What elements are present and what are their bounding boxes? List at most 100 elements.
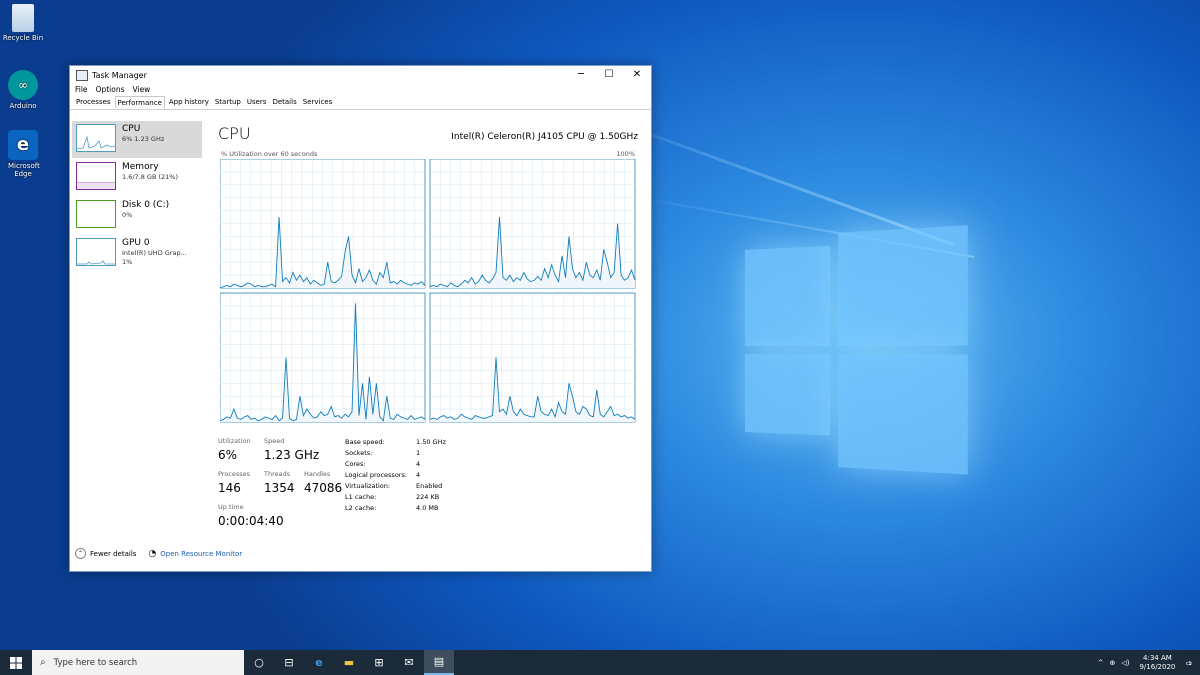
utilization-value: 6% xyxy=(218,448,238,462)
spec-value: 1 xyxy=(416,449,421,457)
cpu-model-name: Intel(R) Celeron(R) J4105 CPU @ 1.50GHz xyxy=(451,132,638,142)
clock[interactable]: 4:34 AM 9/16/2020 xyxy=(1139,654,1175,672)
cpu-core-graph xyxy=(219,292,426,423)
chevron-up-icon[interactable]: ^ xyxy=(1098,659,1104,667)
tab-startup[interactable]: Startup xyxy=(213,96,243,109)
task-manager-window[interactable]: Task Manager ─ ☐ ✕ File Options View Pro… xyxy=(69,65,652,572)
spec-value: 224 KB xyxy=(416,493,440,501)
sidebar-item-gpu[interactable]: GPU 0 Intel(R) UHD Grap... 1% xyxy=(72,235,202,272)
tab-processes[interactable]: Processes xyxy=(74,96,113,109)
menu-bar: File Options View xyxy=(70,84,651,96)
tab-strip: Processes Performance App history Startu… xyxy=(70,96,651,110)
sidebar-item-label: Disk 0 (C:) xyxy=(122,200,170,210)
speed-value: 1.23 GHz xyxy=(264,448,320,462)
window-title: Task Manager xyxy=(92,70,147,80)
spec-value: 4.0 MB xyxy=(416,504,439,512)
sidebar-item-disk[interactable]: Disk 0 (C:) 0% xyxy=(72,197,202,234)
sidebar-item-label: GPU 0 xyxy=(122,238,150,248)
utilization-label: Utilization xyxy=(218,437,251,445)
minimize-button[interactable]: ─ xyxy=(567,66,595,84)
menu-options[interactable]: Options xyxy=(96,84,125,96)
cpu-core-graphs-svg xyxy=(219,158,636,423)
threads-value: 1354 xyxy=(264,481,295,495)
spec-label: Cores: xyxy=(345,460,366,468)
clock-time: 4:34 AM xyxy=(1143,653,1172,662)
taskbar-search-box[interactable]: ⌕ Type here to search xyxy=(32,650,244,675)
task-view-icon[interactable]: ⊟ xyxy=(274,650,304,675)
uptime-label: Up time xyxy=(218,503,244,511)
spec-value: Enabled xyxy=(416,482,443,490)
tab-users[interactable]: Users xyxy=(245,96,269,109)
recycle-bin-icon xyxy=(12,4,34,32)
spec-label: Logical processors: xyxy=(345,471,408,479)
windows-start-icon xyxy=(10,656,22,669)
open-resource-monitor-link[interactable]: Open Resource Monitor xyxy=(160,550,242,558)
edge-icon: e xyxy=(8,130,38,160)
page-title: CPU xyxy=(218,124,251,143)
sidebar-item-memory[interactable]: Memory 1.6/7.8 GB (21%) xyxy=(72,159,202,196)
sidebar-item-detail: 0% xyxy=(122,211,133,219)
fewer-details-link[interactable]: Fewer details xyxy=(90,550,136,558)
sidebar-item-detail: 6% 1.23 GHz xyxy=(122,135,165,143)
utilization-graph-label: % Utilization over 60 seconds xyxy=(221,150,318,158)
sidebar-item-detail: Intel(R) UHD Grap... xyxy=(122,249,187,257)
notification-count: 1 xyxy=(1188,660,1192,667)
sidebar-item-cpu[interactable]: CPU 6% 1.23 GHz xyxy=(72,121,202,158)
start-button[interactable] xyxy=(0,650,32,675)
spec-label: Sockets: xyxy=(345,449,373,457)
desktop-icon-edge[interactable]: e Microsoft Edge xyxy=(0,130,46,178)
store-icon[interactable]: ⊞ xyxy=(364,650,394,675)
desktop-icon-arduino[interactable]: ∞ Arduino xyxy=(0,70,46,110)
handles-label: Handles xyxy=(304,470,331,478)
sidebar-item-detail: 1.6/7.8 GB (21%) xyxy=(122,173,179,181)
processes-label: Processes xyxy=(218,470,251,478)
taskbar: ⌕ Type here to search ○ ⊟ e ▬ ⊞ ✉ ▤ ^ ⊕ … xyxy=(0,650,1200,675)
spec-label: Base speed: xyxy=(345,438,385,446)
tab-performance[interactable]: Performance xyxy=(114,96,165,109)
sidebar-item-detail-2: 1% xyxy=(122,258,133,266)
resource-sidebar: CPU 6% 1.23 GHz Memory 1.6/7.8 GB (21%) … xyxy=(72,121,202,273)
close-button[interactable]: ✕ xyxy=(623,66,651,84)
cpu-core-graph xyxy=(219,158,426,289)
mail-icon[interactable]: ✉ xyxy=(394,650,424,675)
task-manager-taskbar-icon[interactable]: ▤ xyxy=(424,650,454,675)
cpu-core-graph xyxy=(429,292,636,423)
network-icon[interactable]: ⊕ xyxy=(1109,659,1115,667)
cpu-core-graph xyxy=(429,158,636,289)
utilization-graph-max: 100% xyxy=(616,150,635,158)
search-placeholder: Type here to search xyxy=(53,657,138,668)
clock-date: 9/16/2020 xyxy=(1139,662,1176,671)
sidebar-item-label: CPU xyxy=(122,124,141,134)
sidebar-item-label: Memory xyxy=(122,162,159,172)
menu-file[interactable]: File xyxy=(75,84,88,96)
cortana-icon[interactable]: ○ xyxy=(244,650,274,675)
desktop-icon-recycle-bin[interactable]: Recycle Bin xyxy=(0,4,46,42)
spec-value: 4 xyxy=(416,471,421,479)
spec-value: 1.50 GHz xyxy=(416,438,446,446)
notification-center-icon[interactable]: ▭ 1 xyxy=(1185,659,1192,667)
processes-value: 146 xyxy=(218,481,241,495)
desktop-icon-label: Microsoft Edge xyxy=(8,162,40,178)
desktop-icon-label: Arduino xyxy=(9,102,37,110)
file-explorer-icon[interactable]: ▬ xyxy=(334,650,364,675)
cpu-thumbnail-graph xyxy=(76,124,116,152)
resource-monitor-icon: ◔ xyxy=(148,548,157,559)
menu-view[interactable]: View xyxy=(133,84,151,96)
title-bar[interactable]: Task Manager ─ ☐ ✕ xyxy=(70,66,651,84)
desktop-icon-label: Recycle Bin xyxy=(2,34,44,42)
tab-details[interactable]: Details xyxy=(270,96,298,109)
volume-icon[interactable]: ◁) xyxy=(1121,659,1129,667)
disk-thumbnail-graph xyxy=(76,200,116,228)
edge-taskbar-icon[interactable]: e xyxy=(304,650,334,675)
task-manager-icon xyxy=(76,69,88,81)
maximize-button[interactable]: ☐ xyxy=(595,66,623,84)
chevron-up-icon[interactable]: ⌃ xyxy=(75,548,86,559)
spec-label: L2 cache: xyxy=(345,504,377,512)
uptime-value: 0:00:04:40 xyxy=(218,514,284,528)
speed-label: Speed xyxy=(264,437,285,445)
tab-app-history[interactable]: App history xyxy=(167,96,211,109)
system-tray: ^ ⊕ ◁) 4:34 AM 9/16/2020 ▭ 1 xyxy=(1098,654,1200,672)
tab-services[interactable]: Services xyxy=(301,96,335,109)
window-footer: ⌃ Fewer details ◔ Open Resource Monitor xyxy=(75,548,242,559)
handles-value: 47086 xyxy=(304,481,343,495)
